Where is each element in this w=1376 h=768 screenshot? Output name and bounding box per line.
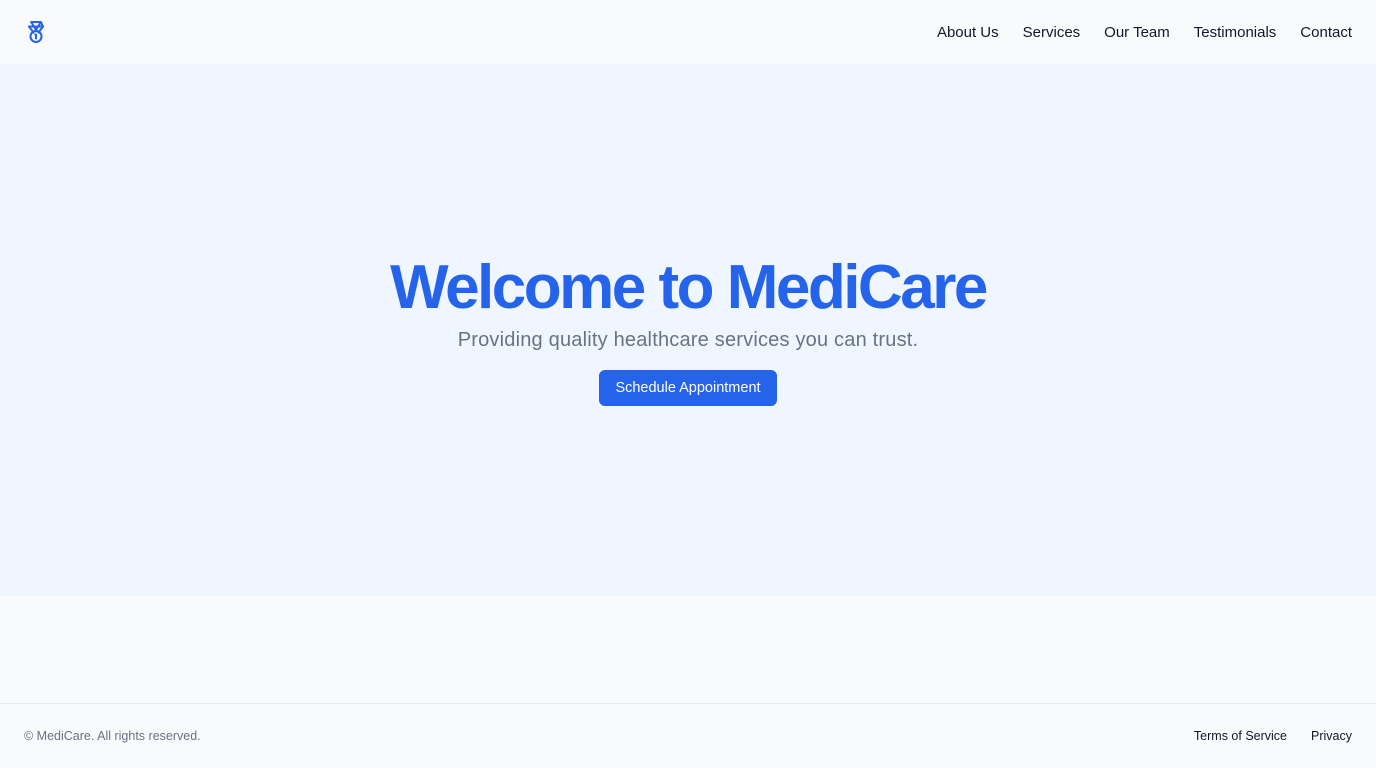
- medal-icon: [28, 21, 44, 43]
- footer-links: Terms of Service Privacy: [1194, 729, 1352, 743]
- main-nav: About Us Services Our Team Testimonials …: [937, 24, 1352, 41]
- schedule-appointment-button[interactable]: Schedule Appointment: [599, 369, 777, 406]
- terms-of-service-link[interactable]: Terms of Service: [1194, 729, 1287, 743]
- nav-our-team[interactable]: Our Team: [1104, 24, 1170, 41]
- nav-testimonials[interactable]: Testimonials: [1194, 24, 1277, 41]
- site-header: About Us Services Our Team Testimonials …: [0, 0, 1376, 64]
- copyright-text: © MediCare. All rights reserved.: [24, 729, 201, 743]
- hero-title: Welcome to MediCare: [390, 253, 988, 323]
- nav-services[interactable]: Services: [1023, 24, 1081, 41]
- nav-about-us[interactable]: About Us: [937, 24, 999, 41]
- page: About Us Services Our Team Testimonials …: [0, 0, 1376, 768]
- hero-subtitle: Providing quality healthcare services yo…: [457, 328, 919, 351]
- privacy-link[interactable]: Privacy: [1311, 729, 1352, 743]
- logo-link[interactable]: [24, 20, 48, 44]
- nav-contact[interactable]: Contact: [1300, 24, 1352, 41]
- site-footer: © MediCare. All rights reserved. Terms o…: [0, 703, 1376, 768]
- hero-section: Welcome to MediCare Providing quality he…: [0, 64, 1376, 596]
